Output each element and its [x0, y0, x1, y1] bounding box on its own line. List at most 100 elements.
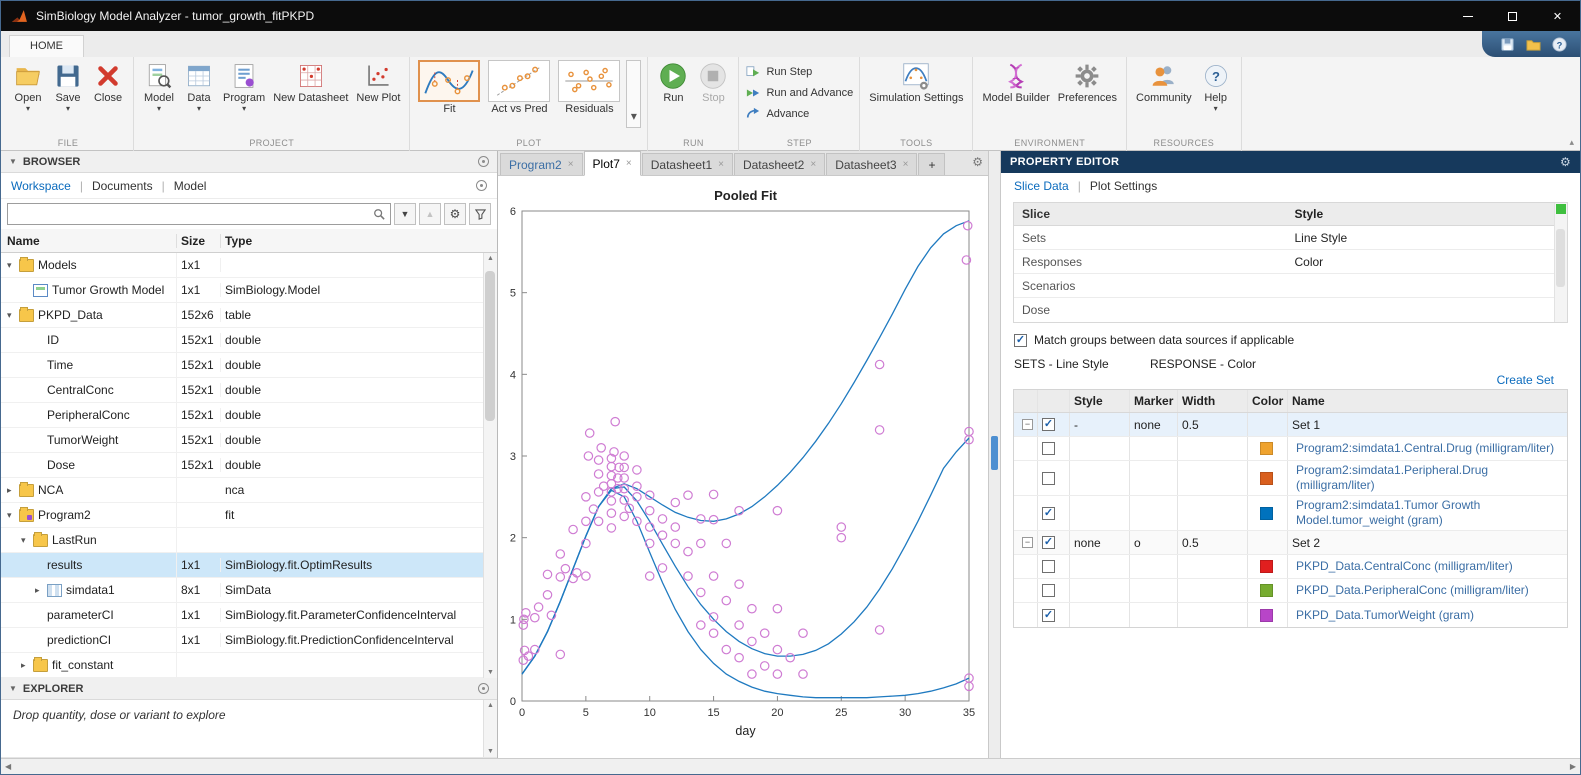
table-row-parameterCI[interactable]: parameterCI 1x1 SimBiology.fit.ParameterCo… — [1, 603, 497, 628]
doc-tab-Datasheet3[interactable]: Datasheet3 × — [826, 153, 918, 175]
filter-button[interactable] — [469, 203, 491, 225]
quick-open-button[interactable] — [1524, 35, 1542, 53]
row-checkbox[interactable] — [1042, 506, 1055, 520]
tree-caret-icon[interactable]: ▾ — [7, 510, 19, 521]
slice-row-Responses[interactable]: Responses Color — [1014, 250, 1567, 274]
search-input[interactable] — [13, 207, 373, 221]
table-row-Tumor Growth Model[interactable]: Tumor Growth Model 1x1 SimBiology.Model — [1, 278, 497, 303]
slice-row-Dose[interactable]: Dose — [1014, 298, 1567, 322]
row-checkbox[interactable] — [1042, 584, 1055, 597]
set-group-row-Set 1[interactable]: − -none0.5 Set 1 — [1014, 413, 1567, 437]
collapse-group-icon[interactable]: − — [1022, 537, 1033, 548]
tab-documents[interactable]: Documents — [92, 179, 153, 193]
table-row-CentralConc[interactable]: CentralConc 152x1 double — [1, 378, 497, 403]
tree-caret-icon[interactable]: ▾ — [21, 535, 33, 546]
search-next-button[interactable]: ▼ — [394, 203, 416, 225]
search-settings-button[interactable]: ⚙ — [444, 203, 466, 225]
stop-button[interactable]: Stop — [694, 60, 732, 104]
search-prev-button[interactable]: ▲ — [419, 203, 441, 225]
doc-tab-Datasheet1[interactable]: Datasheet1 × — [641, 153, 733, 175]
gallery-item-fit[interactable]: Fit — [416, 60, 482, 115]
row-checkbox[interactable] — [1042, 536, 1055, 549]
preferences-button[interactable]: Preferences — [1055, 60, 1120, 104]
table-row-PKPD_Data[interactable]: ▾ PKPD_Data 152x6 table — [1, 303, 497, 328]
close-tab-icon[interactable]: × — [568, 159, 574, 170]
minimize-button[interactable] — [1445, 1, 1490, 31]
browser-header[interactable]: ▼ BROWSER — [1, 151, 497, 173]
table-row-simdata1[interactable]: ▸ simdata1 8x1 SimData — [1, 578, 497, 603]
community-button[interactable]: Community — [1133, 60, 1195, 104]
row-checkbox[interactable] — [1042, 442, 1055, 455]
slice-scrollbar[interactable] — [1554, 203, 1567, 322]
table-row-predictionCI[interactable]: predictionCI 1x1 SimBiology.fit.Prediction… — [1, 628, 497, 653]
panel-splitter[interactable] — [989, 151, 1001, 758]
set-item-row-Program2:simdata1.Central.Drug (milligram/liter)[interactable]: Program2:simdata1.Central.Drug (milligra… — [1014, 437, 1567, 461]
doc-tab-Datasheet2[interactable]: Datasheet2 × — [733, 153, 826, 175]
panel-options-icon[interactable] — [478, 156, 489, 167]
table-row-Models[interactable]: ▾ Models 1x1 — [1, 253, 497, 278]
help-button[interactable]: ? Help ▾ — [1197, 60, 1235, 113]
set-item-row-PKPD_Data.TumorWeight (gram)[interactable]: PKPD_Data.TumorWeight (gram) — [1014, 603, 1567, 627]
new-tab-button[interactable]: + — [918, 153, 946, 175]
scroll-down-icon[interactable]: ▼ — [487, 669, 494, 676]
table-row-LastRun[interactable]: ▾ LastRun — [1, 528, 497, 553]
set-group-row-Set 2[interactable]: − noneo0.5 Set 2 — [1014, 531, 1567, 555]
table-row-Time[interactable]: Time 152x1 double — [1, 353, 497, 378]
quick-help-button[interactable]: ? — [1550, 35, 1568, 53]
run-button[interactable]: Run — [654, 60, 692, 104]
new-datasheet-button[interactable]: New Datasheet — [270, 60, 351, 104]
collapse-caret-icon[interactable]: ▼ — [9, 684, 17, 693]
scroll-right-icon[interactable]: ▶ — [1570, 762, 1576, 771]
gallery-item-residuals[interactable]: Residuals — [556, 60, 622, 115]
color-swatch[interactable] — [1260, 584, 1273, 597]
column-header-size[interactable]: Size — [177, 233, 221, 248]
close-tab-icon[interactable]: × — [626, 158, 632, 169]
gallery-item-act-vs-pred[interactable]: Act vs Pred — [486, 60, 552, 115]
scroll-left-icon[interactable]: ◀ — [5, 762, 11, 771]
create-set-link[interactable]: Create Set — [1001, 373, 1554, 387]
set-item-row-Program2:simdata1.Tumor Growth Model.tumor_weight (gram)[interactable]: Program2:simdata1.Tumor Growth Model.tum… — [1014, 496, 1567, 531]
color-swatch[interactable] — [1260, 506, 1273, 520]
data-button[interactable]: Data ▾ — [180, 60, 218, 113]
set-item-row-Program2:simdata1.Peripheral.Drug (milligram/liter)[interactable]: Program2:simdata1.Peripheral.Drug (milli… — [1014, 461, 1567, 496]
model-builder-button[interactable]: Model Builder — [979, 60, 1052, 104]
table-row-ID[interactable]: ID 152x1 double — [1, 328, 497, 353]
table-row-fit_constant[interactable]: ▸ fit_constant — [1, 653, 497, 678]
panel-options-icon[interactable] — [478, 683, 489, 694]
search-box[interactable] — [7, 203, 391, 225]
table-row-NCA[interactable]: ▸ NCA nca — [1, 478, 497, 503]
model-button[interactable]: Model ▾ — [140, 60, 178, 113]
tab-model[interactable]: Model — [174, 179, 207, 193]
tree-caret-icon[interactable]: ▸ — [7, 485, 19, 496]
tree-caret-icon[interactable]: ▸ — [21, 660, 33, 671]
color-swatch[interactable] — [1260, 471, 1273, 485]
save-button[interactable]: Save ▾ — [49, 60, 87, 113]
color-swatch[interactable] — [1260, 560, 1273, 573]
scroll-up-icon[interactable]: ▲ — [487, 255, 494, 262]
scrollbar-thumb[interactable] — [1556, 229, 1565, 287]
gallery-expand-button[interactable]: ▾ — [626, 60, 642, 128]
slice-row-Sets[interactable]: Sets Line Style — [1014, 226, 1567, 250]
collapse-caret-icon[interactable]: ▼ — [9, 157, 17, 166]
set-item-row-PKPD_Data.PeripheralConc (milligram/liter)[interactable]: PKPD_Data.PeripheralConc (milligram/lite… — [1014, 579, 1567, 603]
color-swatch[interactable] — [1260, 608, 1273, 622]
tree-caret-icon[interactable]: ▸ — [35, 585, 47, 596]
tree-caret-icon[interactable]: ▾ — [7, 310, 19, 321]
table-row-Program2[interactable]: ▾ Program2 fit — [1, 503, 497, 528]
tab-plot-settings[interactable]: Plot Settings — [1090, 179, 1157, 193]
plot-canvas[interactable]: 0 5 10 15 20 25 30 35 0 1 2 3 4 5 6 Pooled Fit day — [498, 176, 988, 758]
row-checkbox[interactable] — [1042, 471, 1055, 485]
slice-row-Scenarios[interactable]: Scenarios — [1014, 274, 1567, 298]
gear-icon[interactable]: ⚙ — [1560, 155, 1571, 169]
program-button[interactable]: Program ▾ — [220, 60, 268, 113]
tab-workspace[interactable]: Workspace — [11, 179, 71, 193]
close-file-button[interactable]: Close — [89, 60, 127, 104]
tab-home[interactable]: HOME — [9, 35, 84, 57]
tab-slice-data[interactable]: Slice Data — [1014, 179, 1069, 193]
close-tab-icon[interactable]: × — [903, 159, 909, 170]
explorer-scrollbar[interactable]: ▲ ▼ — [483, 700, 497, 757]
quick-save-button[interactable] — [1498, 35, 1516, 53]
run-step-button[interactable]: Run Step — [745, 63, 812, 81]
maximize-button[interactable] — [1490, 1, 1535, 31]
browser-scrollbar[interactable]: ▲ ▼ — [483, 253, 497, 678]
